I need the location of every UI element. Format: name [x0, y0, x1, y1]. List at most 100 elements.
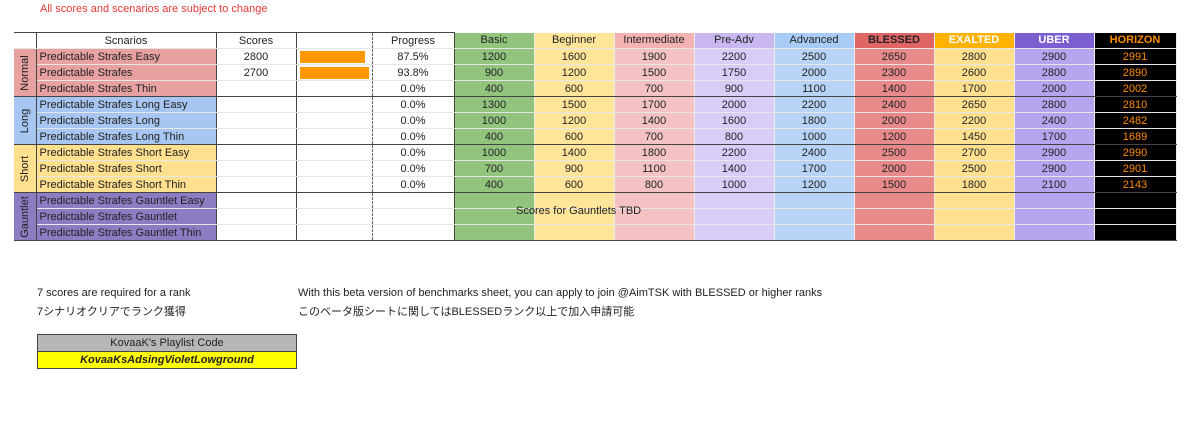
rank-threshold-uber[interactable]: 2400	[1014, 112, 1095, 129]
rank-threshold-blessed[interactable]: 2400	[854, 96, 935, 113]
progress-cell[interactable]	[372, 208, 455, 225]
rank-threshold-advanced[interactable]: 1700	[774, 160, 855, 177]
progress-cell[interactable]: 0.0%	[372, 80, 455, 97]
progress-bar-cell[interactable]	[296, 64, 373, 81]
progress-bar-cell[interactable]	[296, 224, 373, 241]
score-cell[interactable]	[216, 160, 297, 177]
progress-bar-cell[interactable]	[296, 160, 373, 177]
rank-threshold-intermediate[interactable]: 700	[614, 80, 695, 97]
rank-threshold-uber[interactable]: 2900	[1014, 160, 1095, 177]
progress-header[interactable]: Progress	[372, 32, 455, 49]
rank-header-uber[interactable]: UBER	[1014, 32, 1095, 49]
rank-threshold-basic[interactable]: 1000	[454, 144, 535, 161]
rank-threshold-uber[interactable]: 2900	[1014, 48, 1095, 65]
rank-threshold-horizon[interactable]: 2990	[1094, 144, 1177, 161]
rank-threshold-pre-adv[interactable]: 2200	[694, 144, 775, 161]
rank-threshold-basic[interactable]: 1300	[454, 96, 535, 113]
playlist-code[interactable]: KovaaKsAdsingVioletLowground	[37, 351, 297, 369]
rank-threshold-intermediate[interactable]: 800	[614, 176, 695, 193]
rank-header-blessed[interactable]: BLESSED	[854, 32, 935, 49]
rank-threshold-blessed[interactable]: 2650	[854, 48, 935, 65]
scenarios-header[interactable]: Scnarios	[36, 32, 217, 49]
rank-threshold-uber[interactable]	[1014, 224, 1095, 241]
scenario-name-cell[interactable]: Predictable Strafes	[36, 64, 217, 81]
rank-threshold-blessed[interactable]: 2000	[854, 112, 935, 129]
score-cell[interactable]	[216, 96, 297, 113]
rank-threshold-exalted[interactable]: 1700	[934, 80, 1015, 97]
rank-threshold-horizon[interactable]: 2890	[1094, 64, 1177, 81]
rank-threshold-uber[interactable]: 2800	[1014, 96, 1095, 113]
progress-bar-cell[interactable]	[296, 96, 373, 113]
rank-threshold-blessed[interactable]: 1200	[854, 128, 935, 145]
group-label-cell[interactable]: Long	[14, 96, 37, 145]
group-label-cell[interactable]: Gauntlet	[14, 192, 37, 241]
rank-threshold-uber[interactable]	[1014, 192, 1095, 209]
rank-threshold-horizon[interactable]	[1094, 208, 1177, 225]
rank-threshold-blessed[interactable]: 2000	[854, 160, 935, 177]
rank-threshold-beginner[interactable]	[534, 224, 615, 241]
rank-header-exalted[interactable]: EXALTED	[934, 32, 1015, 49]
group-header-cell[interactable]	[14, 32, 37, 49]
rank-threshold-beginner[interactable]: 1600	[534, 48, 615, 65]
progress-bar-cell[interactable]	[296, 192, 373, 209]
rank-threshold-uber[interactable]: 1700	[1014, 128, 1095, 145]
rank-threshold-basic[interactable]: 400	[454, 176, 535, 193]
rank-threshold-horizon[interactable]: 2482	[1094, 112, 1177, 129]
rank-threshold-advanced[interactable]: 1100	[774, 80, 855, 97]
rank-threshold-horizon[interactable]	[1094, 224, 1177, 241]
score-cell[interactable]	[216, 144, 297, 161]
rank-threshold-pre-adv[interactable]	[694, 192, 775, 209]
progress-cell[interactable]: 87.5%	[372, 48, 455, 65]
scenario-name-cell[interactable]: Predictable Strafes Long Thin	[36, 128, 217, 145]
rank-threshold-exalted[interactable]: 2600	[934, 64, 1015, 81]
rank-header-intermediate[interactable]: Intermediate	[614, 32, 695, 49]
rank-threshold-beginner[interactable]: 600	[534, 128, 615, 145]
rank-threshold-beginner[interactable]: 600	[534, 176, 615, 193]
rank-threshold-pre-adv[interactable]: 2000	[694, 96, 775, 113]
group-label-cell[interactable]: Normal	[14, 48, 37, 97]
rank-header-basic[interactable]: Basic	[454, 32, 535, 49]
playlist-label[interactable]: KovaaK's Playlist Code	[37, 334, 297, 352]
score-cell[interactable]	[216, 208, 297, 225]
score-cell[interactable]	[216, 224, 297, 241]
rank-threshold-basic[interactable]: 1000	[454, 112, 535, 129]
score-cell[interactable]: 2700	[216, 64, 297, 81]
progress-cell[interactable]: 0.0%	[372, 96, 455, 113]
rank-threshold-exalted[interactable]: 2800	[934, 48, 1015, 65]
score-cell[interactable]	[216, 112, 297, 129]
rank-threshold-horizon[interactable]: 2143	[1094, 176, 1177, 193]
rank-threshold-exalted[interactable]	[934, 208, 1015, 225]
rank-threshold-intermediate[interactable]: 1900	[614, 48, 695, 65]
rank-threshold-basic[interactable]: 400	[454, 80, 535, 97]
scenario-name-cell[interactable]: Predictable Strafes Thin	[36, 80, 217, 97]
rank-threshold-beginner[interactable]: 1500	[534, 96, 615, 113]
rank-threshold-pre-adv[interactable]: 2200	[694, 48, 775, 65]
rank-threshold-uber[interactable]	[1014, 208, 1095, 225]
progress-cell[interactable]: 0.0%	[372, 144, 455, 161]
progress-cell[interactable]: 0.0%	[372, 176, 455, 193]
rank-threshold-advanced[interactable]: 2200	[774, 96, 855, 113]
rank-threshold-beginner[interactable]: 1200	[534, 64, 615, 81]
rank-threshold-basic[interactable]: 1200	[454, 48, 535, 65]
rank-threshold-horizon[interactable]	[1094, 192, 1177, 209]
bar-header[interactable]	[296, 32, 373, 49]
rank-threshold-exalted[interactable]	[934, 192, 1015, 209]
rank-threshold-horizon[interactable]: 2810	[1094, 96, 1177, 113]
rank-threshold-horizon[interactable]: 2002	[1094, 80, 1177, 97]
scenario-name-cell[interactable]: Predictable Strafes Short Thin	[36, 176, 217, 193]
rank-threshold-uber[interactable]: 2100	[1014, 176, 1095, 193]
rank-threshold-advanced[interactable]	[774, 208, 855, 225]
rank-threshold-intermediate[interactable]: 1100	[614, 160, 695, 177]
rank-header-beginner[interactable]: Beginner	[534, 32, 615, 49]
rank-threshold-exalted[interactable]	[934, 224, 1015, 241]
scenario-name-cell[interactable]: Predictable Strafes Short	[36, 160, 217, 177]
scenario-name-cell[interactable]: Predictable Strafes Long Easy	[36, 96, 217, 113]
score-cell[interactable]	[216, 192, 297, 209]
rank-threshold-exalted[interactable]: 2500	[934, 160, 1015, 177]
progress-bar-cell[interactable]	[296, 112, 373, 129]
progress-cell[interactable]	[372, 192, 455, 209]
rank-header-horizon[interactable]: HORIZON	[1094, 32, 1177, 49]
progress-cell[interactable]: 0.0%	[372, 112, 455, 129]
rank-threshold-blessed[interactable]	[854, 224, 935, 241]
rank-threshold-beginner[interactable]: 1200	[534, 112, 615, 129]
